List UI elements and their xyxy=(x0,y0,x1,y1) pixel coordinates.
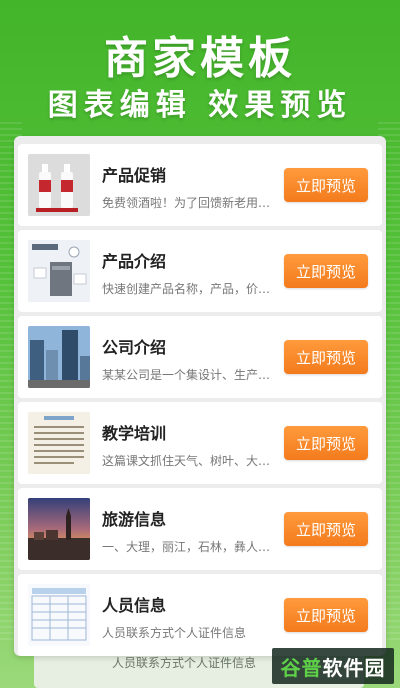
watermark-text-a: 谷普 xyxy=(280,655,323,680)
template-title: 产品促销 xyxy=(102,166,167,185)
template-description: 某某公司是一个集设计、生产… xyxy=(102,368,271,382)
template-description: 人员联系方式个人证件信息 xyxy=(102,626,247,640)
template-title: 产品介绍 xyxy=(102,252,167,271)
product-device-thumbnail xyxy=(28,240,90,302)
city-sunset-thumbnail xyxy=(28,498,90,560)
template-card-personnel[interactable]: 人员信息 人员联系方式个人证件信息 立即预览 xyxy=(18,574,382,656)
template-card-travel[interactable]: 旅游信息 一、大理，丽江，石林，彝人… 立即预览 xyxy=(18,488,382,570)
site-watermark: 谷普 软件园 xyxy=(272,648,394,684)
preview-button[interactable]: 立即预览 xyxy=(284,340,368,374)
template-title: 公司介绍 xyxy=(102,338,167,357)
peek-text: 人员联系方式个人证件信息 xyxy=(112,656,257,670)
template-card-company[interactable]: 公司介绍 某某公司是一个集设计、生产… 立即预览 xyxy=(18,316,382,398)
page-subtitle: 图表编辑 效果预览 xyxy=(47,88,353,123)
template-card-teaching[interactable]: 教学培训 这篇课文抓住天气、树叶、大… 立即预览 xyxy=(18,402,382,484)
template-title: 旅游信息 xyxy=(102,510,167,529)
template-description: 免费领酒啦！为了回馈新老用… xyxy=(102,196,271,210)
preview-button[interactable]: 立即预览 xyxy=(284,254,368,288)
template-title: 人员信息 xyxy=(102,596,167,615)
preview-button[interactable]: 立即预览 xyxy=(284,512,368,546)
template-card-product[interactable]: 产品介绍 快速创建产品名称，产品，价… 立即预览 xyxy=(18,230,382,312)
preview-button[interactable]: 立即预览 xyxy=(284,426,368,460)
preview-button[interactable]: 立即预览 xyxy=(284,598,368,632)
wine-bottles-thumbnail xyxy=(28,154,90,216)
watermark-text-b: 软件园 xyxy=(322,655,386,680)
lesson-page-thumbnail xyxy=(28,412,90,474)
form-table-thumbnail xyxy=(28,584,90,646)
preview-button[interactable]: 立即预览 xyxy=(284,168,368,202)
office-buildings-thumbnail xyxy=(28,326,90,388)
template-description: 一、大理，丽江，石林，彝人… xyxy=(102,540,271,554)
template-description: 这篇课文抓住天气、树叶、大… xyxy=(102,454,271,468)
template-card-promotion[interactable]: 产品促销 免费领酒啦！为了回馈新老用… 立即预览 xyxy=(18,144,382,226)
template-title: 教学培训 xyxy=(102,424,167,443)
template-description: 快速创建产品名称，产品，价… xyxy=(102,282,271,296)
page-title: 商家模板 xyxy=(104,33,296,84)
template-list: 产品促销 免费领酒啦！为了回馈新老用… 立即预览 产品介绍 快速创建产品名称，产… xyxy=(14,136,386,656)
